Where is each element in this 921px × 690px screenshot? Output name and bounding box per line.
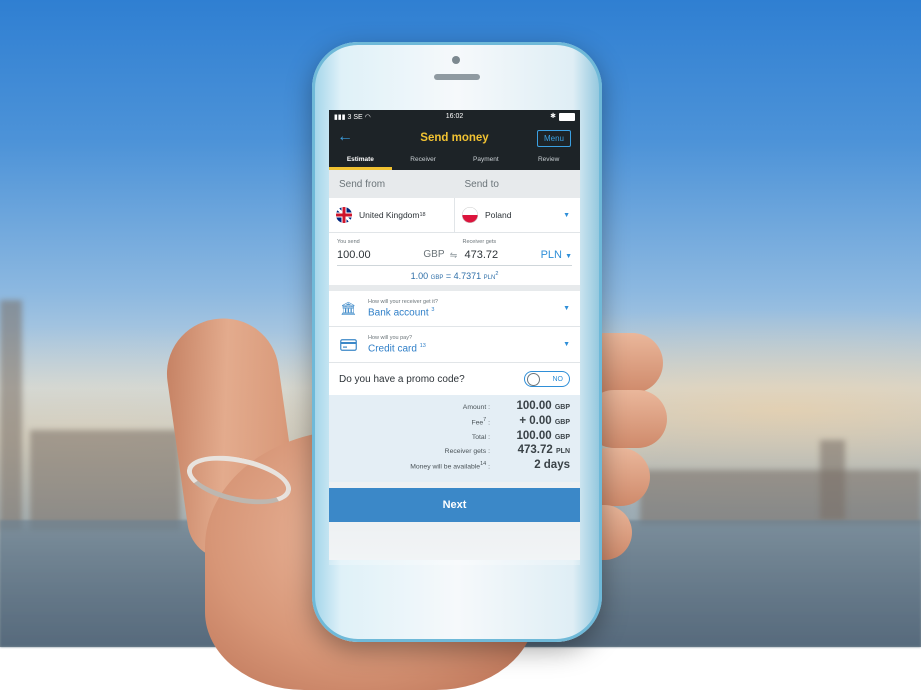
phone-chin <box>312 565 602 642</box>
caret-down-icon: ▼ <box>563 211 570 219</box>
delivery-note: 3 <box>431 306 435 313</box>
step-tabs: Estimate Receiver Payment Review <box>329 153 580 170</box>
payment-note: 13 <box>419 342 426 349</box>
summary-row: Receiver gets : 473.72 PLN <box>329 444 570 459</box>
summary-value: 100.00 <box>516 400 552 412</box>
tab-review[interactable]: Review <box>517 153 580 170</box>
receive-currency-select[interactable]: PLN ▼ <box>541 249 572 261</box>
payment-value: Credit card <box>368 343 417 355</box>
city-skyline-right <box>640 470 921 525</box>
summary-unit: PLN <box>556 448 570 456</box>
cost-summary: Amount : 100.00 GBP Fee7 : + 0.00 GBP To… <box>329 395 580 482</box>
status-bar: ▮▮▮ 3 SE ◠ 16:02 ✱ <box>329 110 580 123</box>
country-selectors: United Kingdom 18 Poland ▼ <box>329 198 580 233</box>
summary-row: Money will be available14 : 2 days <box>329 459 570 474</box>
rate-base: 1.00 <box>410 271 429 281</box>
caret-down-icon: ▼ <box>563 305 570 312</box>
to-country-name: Poland <box>485 210 512 220</box>
promo-question: Do you have a promo code? <box>339 373 465 385</box>
tab-estimate[interactable]: Estimate <box>329 153 392 170</box>
summary-label: Fee <box>471 418 484 426</box>
amount-section: You send Receiver gets 100.00 GBP ⇋ 473.… <box>329 233 580 291</box>
send-to-label: Send to <box>464 179 499 190</box>
send-from-label: Send from <box>339 179 386 190</box>
caret-down-icon: ▼ <box>563 341 570 348</box>
promo-toggle-label: NO <box>552 375 564 383</box>
summary-row: Fee7 : + 0.00 GBP <box>329 415 570 430</box>
summary-value: 473.72 <box>517 444 553 457</box>
receive-currency: PLN <box>540 249 562 261</box>
rate-note: 2 <box>495 271 499 277</box>
city-skyline-left <box>30 430 180 530</box>
promo-toggle[interactable]: NO <box>524 371 570 387</box>
exchange-rate: 1.00 GBP = 4.7371 PLN2 <box>337 266 572 281</box>
status-time: 16:02 <box>445 113 464 120</box>
receive-amount-value: 473.72 <box>464 249 499 261</box>
receive-amount-input[interactable]: 473.72 PLN ▼ <box>459 249 573 261</box>
rate-base-currency: GBP <box>430 275 444 281</box>
receiver-gets-label: Receiver gets <box>462 239 497 245</box>
phone-speaker <box>434 74 480 80</box>
from-to-header: Send from Send to <box>329 170 580 198</box>
from-country-select[interactable]: United Kingdom 18 <box>329 198 454 232</box>
caret-down-icon: ▼ <box>565 253 572 260</box>
delivery-value: Bank account <box>368 307 429 319</box>
summary-value: 2 days <box>534 459 570 472</box>
delivery-question: How will your receiver get it? <box>368 298 438 305</box>
estimate-form: Send from Send to United Kingdom 18 Polan… <box>329 170 580 560</box>
from-country-note: 18 <box>419 212 426 218</box>
you-send-label: You send <box>337 239 360 245</box>
tab-receiver[interactable]: Receiver <box>392 153 455 170</box>
summary-unit: GBP <box>554 418 570 426</box>
tab-payment[interactable]: Payment <box>455 153 518 170</box>
next-button[interactable]: Next <box>329 487 580 522</box>
send-currency: GBP <box>423 249 445 260</box>
promo-code-row: Do you have a promo code? NO <box>329 363 580 395</box>
summary-value: 100.00 <box>516 429 552 442</box>
toggle-knob <box>527 373 540 386</box>
summary-label: Amount : <box>462 404 490 411</box>
rate-value: = 4.7371 <box>445 271 482 281</box>
city-tower <box>820 440 845 520</box>
page-title: Send money <box>420 132 489 144</box>
rate-currency: PLN <box>483 275 496 281</box>
summary-value: + 0.00 <box>519 414 552 427</box>
credit-card-icon <box>339 337 358 353</box>
summary-row: Amount : 100.00 GBP <box>329 400 570 415</box>
payment-question: How will you pay? <box>368 334 413 341</box>
back-arrow-icon[interactable]: ← <box>337 129 353 145</box>
summary-label: Money will be available <box>410 463 481 471</box>
payment-method-select[interactable]: How will you pay? Credit card 13 ▼ <box>329 327 580 363</box>
to-country-select[interactable]: Poland ▼ <box>454 198 580 232</box>
from-country-name: United Kingdom <box>359 210 420 220</box>
bank-icon: 🏛 <box>340 300 357 316</box>
summary-unit: GBP <box>554 433 570 441</box>
city-building <box>0 300 22 530</box>
menu-button[interactable]: Menu <box>536 130 571 147</box>
app-header: ← Send money Menu <box>329 123 580 153</box>
swap-icon: ⇋ <box>449 249 458 260</box>
poland-flag-icon <box>462 207 478 223</box>
delivery-method-select[interactable]: 🏛 How will your receiver get it? Bank ac… <box>329 291 580 327</box>
uk-flag-icon <box>336 207 352 223</box>
summary-label: Total : <box>471 433 490 441</box>
summary-row: Total : 100.00 GBP <box>329 430 570 445</box>
summary-label: Receiver gets : <box>444 448 490 456</box>
send-amount-input[interactable]: 100.00 GBP <box>337 249 449 261</box>
front-camera <box>452 56 460 64</box>
phone-screen: ▮▮▮ 3 SE ◠ 16:02 ✱ ← Send money Menu Est… <box>329 110 580 560</box>
send-amount-value: 100.00 <box>337 249 371 261</box>
summary-unit: GBP <box>554 404 570 411</box>
